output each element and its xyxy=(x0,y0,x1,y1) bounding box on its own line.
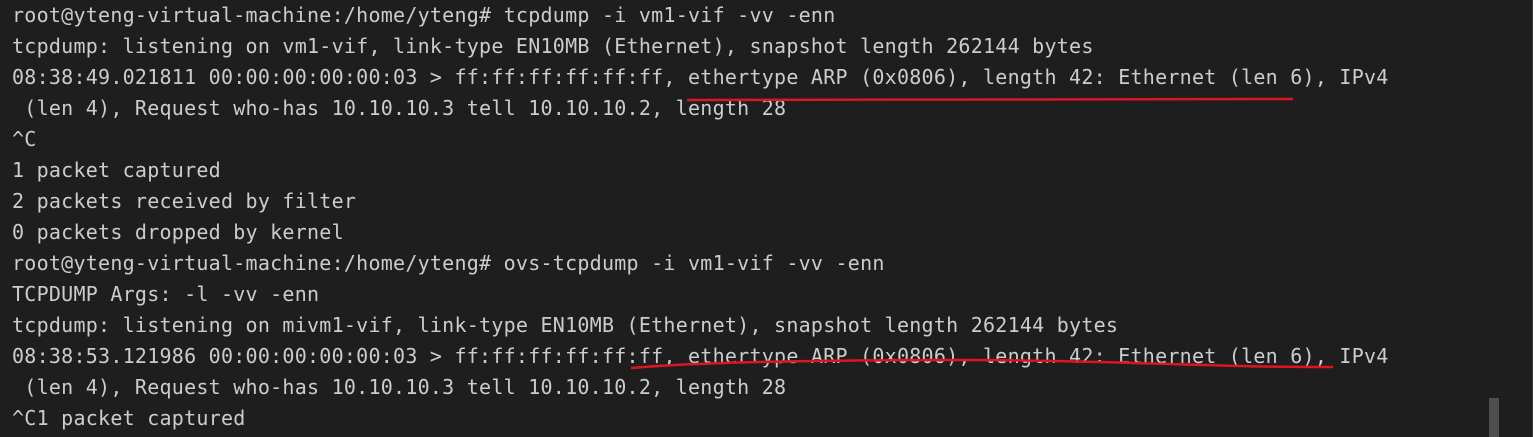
terminal-line-captured: 1 packet captured xyxy=(12,158,221,182)
terminal-line-packet: 08:38:53.121986 00:00:00:00:00:03 > ff:f… xyxy=(12,344,1389,368)
terminal-panel[interactable]: root@yteng-virtual-machine:/home/yteng# … xyxy=(0,0,1533,437)
terminal-line-tcpdump-args: TCPDUMP Args: -l -vv -enn xyxy=(12,282,320,306)
terminal-line-packet-continued: (len 4), Request who-has 10.10.10.3 tell… xyxy=(12,375,787,399)
terminal-line-listening: tcpdump: listening on mivm1-vif, link-ty… xyxy=(12,313,1119,337)
vertical-scrollbar[interactable] xyxy=(1489,0,1499,437)
terminal-line-dropped: 0 packets dropped by kernel xyxy=(12,220,344,244)
terminal-line-interrupt-captured: ^C1 packet captured xyxy=(12,406,246,430)
terminal-line-received: 2 packets received by filter xyxy=(12,189,357,213)
terminal-line-packet: 08:38:49.021811 00:00:00:00:00:03 > ff:f… xyxy=(12,65,1389,89)
terminal-line-listening: tcpdump: listening on vm1-vif, link-type… xyxy=(12,34,1094,58)
terminal-line-packet-continued: (len 4), Request who-has 10.10.10.3 tell… xyxy=(12,96,787,120)
scrollbar-thumb[interactable] xyxy=(1489,398,1499,437)
terminal-output: root@yteng-virtual-machine:/home/yteng# … xyxy=(12,0,1483,434)
terminal-line-interrupt: ^C xyxy=(12,127,37,151)
terminal-line-prompt-ovs-tcpdump: root@yteng-virtual-machine:/home/yteng# … xyxy=(12,251,885,275)
terminal-line-prompt-tcpdump: root@yteng-virtual-machine:/home/yteng# … xyxy=(12,3,836,27)
